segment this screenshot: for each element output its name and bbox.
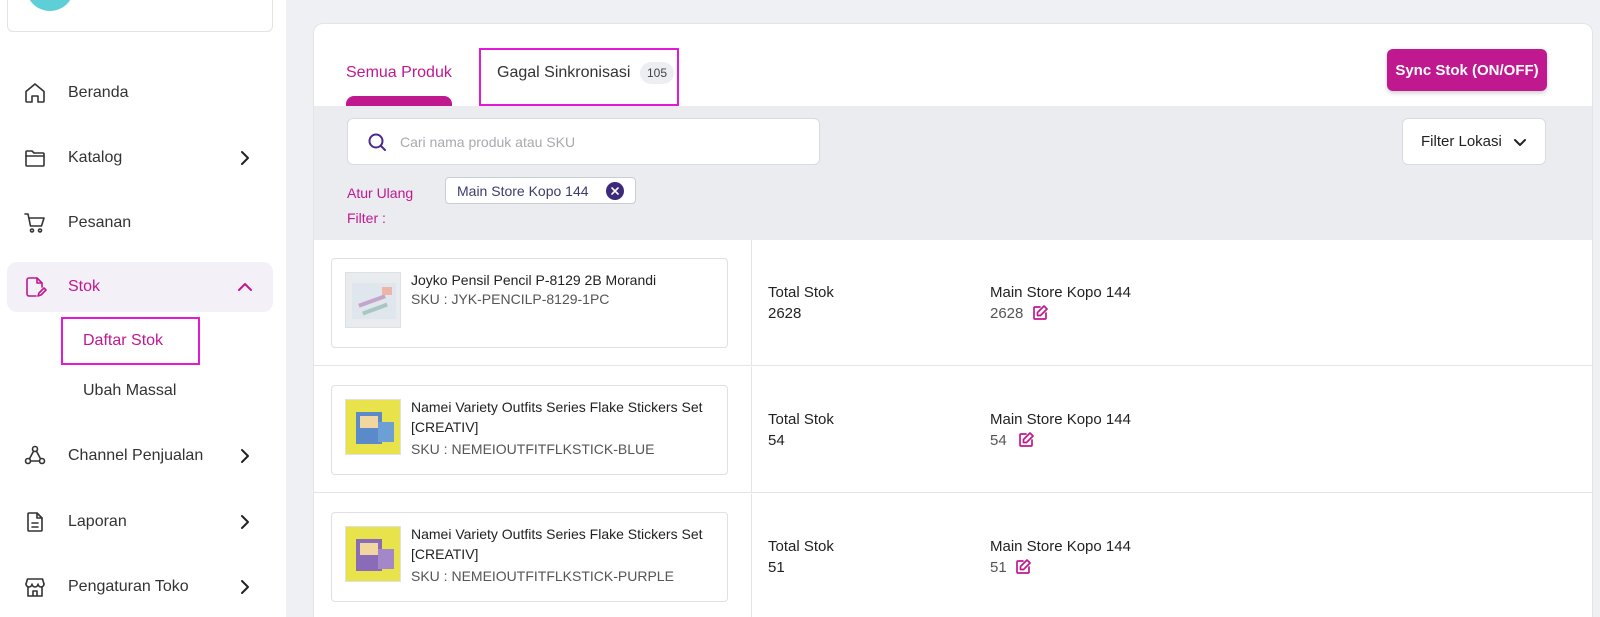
table-row: Joyko Pensil Pencil P-8129 2B Morandi SK… <box>314 240 1592 366</box>
row-divider <box>751 494 752 617</box>
product-thumbnail <box>345 399 401 455</box>
sidebar-item-label: Laporan <box>68 513 127 530</box>
sidebar-item-label: Stok <box>68 278 101 295</box>
reset-filter-link[interactable]: Atur Ulang Filter : <box>347 181 427 231</box>
product-card: Namei Variety Outfits Series Flake Stick… <box>331 512 728 602</box>
sidebar-item-channel-penjualan[interactable]: Channel Penjualan <box>7 431 273 481</box>
edit-icon[interactable] <box>1017 431 1035 449</box>
chevron-right-icon <box>235 512 255 532</box>
active-tab-indicator <box>346 96 452 106</box>
sidebar-item-pesanan[interactable]: Pesanan <box>7 198 273 248</box>
profile-card[interactable] <box>7 0 273 32</box>
sidebar-item-label: Beranda <box>68 84 129 101</box>
chevron-right-icon <box>235 446 255 466</box>
location-name: Main Store Kopo 144 <box>990 284 1131 301</box>
location-stock-value: 51 <box>990 559 1007 576</box>
sidebar-item-label: Pesanan <box>68 214 132 231</box>
product-sku: SKU : NEMEIOUTFITFLKSTICK-BLUE <box>411 441 655 457</box>
product-thumbnail <box>345 526 401 582</box>
store-icon <box>23 575 47 599</box>
sidebar-item-label: Channel Penjualan <box>68 447 204 464</box>
location-filter-dropdown[interactable]: Filter Lokasi <box>1402 118 1546 165</box>
highlight-box <box>61 317 200 365</box>
location-stock-value: 2628 <box>990 305 1024 322</box>
chevron-right-icon <box>235 148 255 168</box>
sidebar-item-label: Pengaturan Toko <box>68 578 189 595</box>
folder-icon <box>23 146 47 170</box>
sidebar-item-laporan[interactable]: Laporan <box>7 497 273 547</box>
sync-stock-button[interactable]: Sync Stok (ON/OFF) <box>1387 49 1547 91</box>
home-icon <box>23 81 47 105</box>
table-row: Namei Variety Outfits Series Flake Stick… <box>314 494 1592 617</box>
sidebar-item-stok[interactable]: Stok <box>7 262 273 312</box>
sidebar-item-katalog[interactable]: Katalog <box>7 133 273 183</box>
product-name: Namei Variety Outfits Series Flake Stick… <box>411 399 703 435</box>
tab-semua-produk[interactable]: Semua Produk <box>346 64 452 82</box>
location-filter-label: Filter Lokasi <box>1421 133 1502 150</box>
location-name: Main Store Kopo 144 <box>990 411 1131 428</box>
table-row: Namei Variety Outfits Series Flake Stick… <box>314 367 1592 493</box>
chevron-right-icon <box>235 577 255 597</box>
row-divider <box>751 367 752 493</box>
total-stock-label: Total Stok <box>768 284 834 301</box>
sidebar-item-pengaturan-toko[interactable]: Pengaturan Toko <box>7 562 273 612</box>
avatar <box>26 0 74 11</box>
location-filter-chip: Main Store Kopo 144 <box>445 177 636 204</box>
document-icon <box>23 510 47 534</box>
location-name: Main Store Kopo 144 <box>990 538 1131 555</box>
sidebar-subitem-ubah-massal[interactable]: Ubah Massal <box>83 382 176 400</box>
chip-label: Main Store Kopo 144 <box>457 183 589 199</box>
row-divider <box>751 240 752 366</box>
box-edit-icon <box>23 275 47 299</box>
product-name: Joyko Pensil Pencil P-8129 2B Morandi <box>411 272 657 288</box>
search-input[interactable] <box>400 131 800 153</box>
total-stock-value: 51 <box>768 559 785 576</box>
product-card: Joyko Pensil Pencil P-8129 2B Morandi SK… <box>331 258 728 348</box>
highlight-box <box>479 48 679 106</box>
stock-card: Semua Produk Gagal Sinkronisasi 105 Sync… <box>313 23 1593 617</box>
total-stock-label: Total Stok <box>768 411 834 428</box>
filter-area: Filter Lokasi Atur Ulang Filter : Main S… <box>314 106 1592 240</box>
product-sku: SKU : NEMEIOUTFITFLKSTICK-PURPLE <box>411 568 674 584</box>
search-icon <box>366 131 388 153</box>
close-icon[interactable] <box>606 182 624 200</box>
product-name: Namei Variety Outfits Series Flake Stick… <box>411 526 703 562</box>
total-stock-value: 54 <box>768 432 785 449</box>
product-sku: SKU : JYK-PENCILP-8129-1PC <box>411 291 610 307</box>
search-box[interactable] <box>347 118 820 165</box>
sidebar-item-label: Katalog <box>68 149 123 166</box>
product-card: Namei Variety Outfits Series Flake Stick… <box>331 385 728 475</box>
sidebar: Beranda Katalog Pesanan Stok Daftar Stok… <box>0 0 286 617</box>
location-stock-value: 54 <box>990 432 1007 449</box>
total-stock-label: Total Stok <box>768 538 834 555</box>
total-stock-value: 2628 <box>768 305 802 322</box>
product-thumbnail <box>345 272 401 328</box>
cart-icon <box>23 211 47 235</box>
channel-icon <box>23 444 47 468</box>
chevron-up-icon <box>235 277 255 297</box>
edit-icon[interactable] <box>1031 304 1049 322</box>
chevron-down-icon <box>1511 133 1529 151</box>
edit-icon[interactable] <box>1014 558 1032 576</box>
sidebar-item-beranda[interactable]: Beranda <box>7 68 273 118</box>
